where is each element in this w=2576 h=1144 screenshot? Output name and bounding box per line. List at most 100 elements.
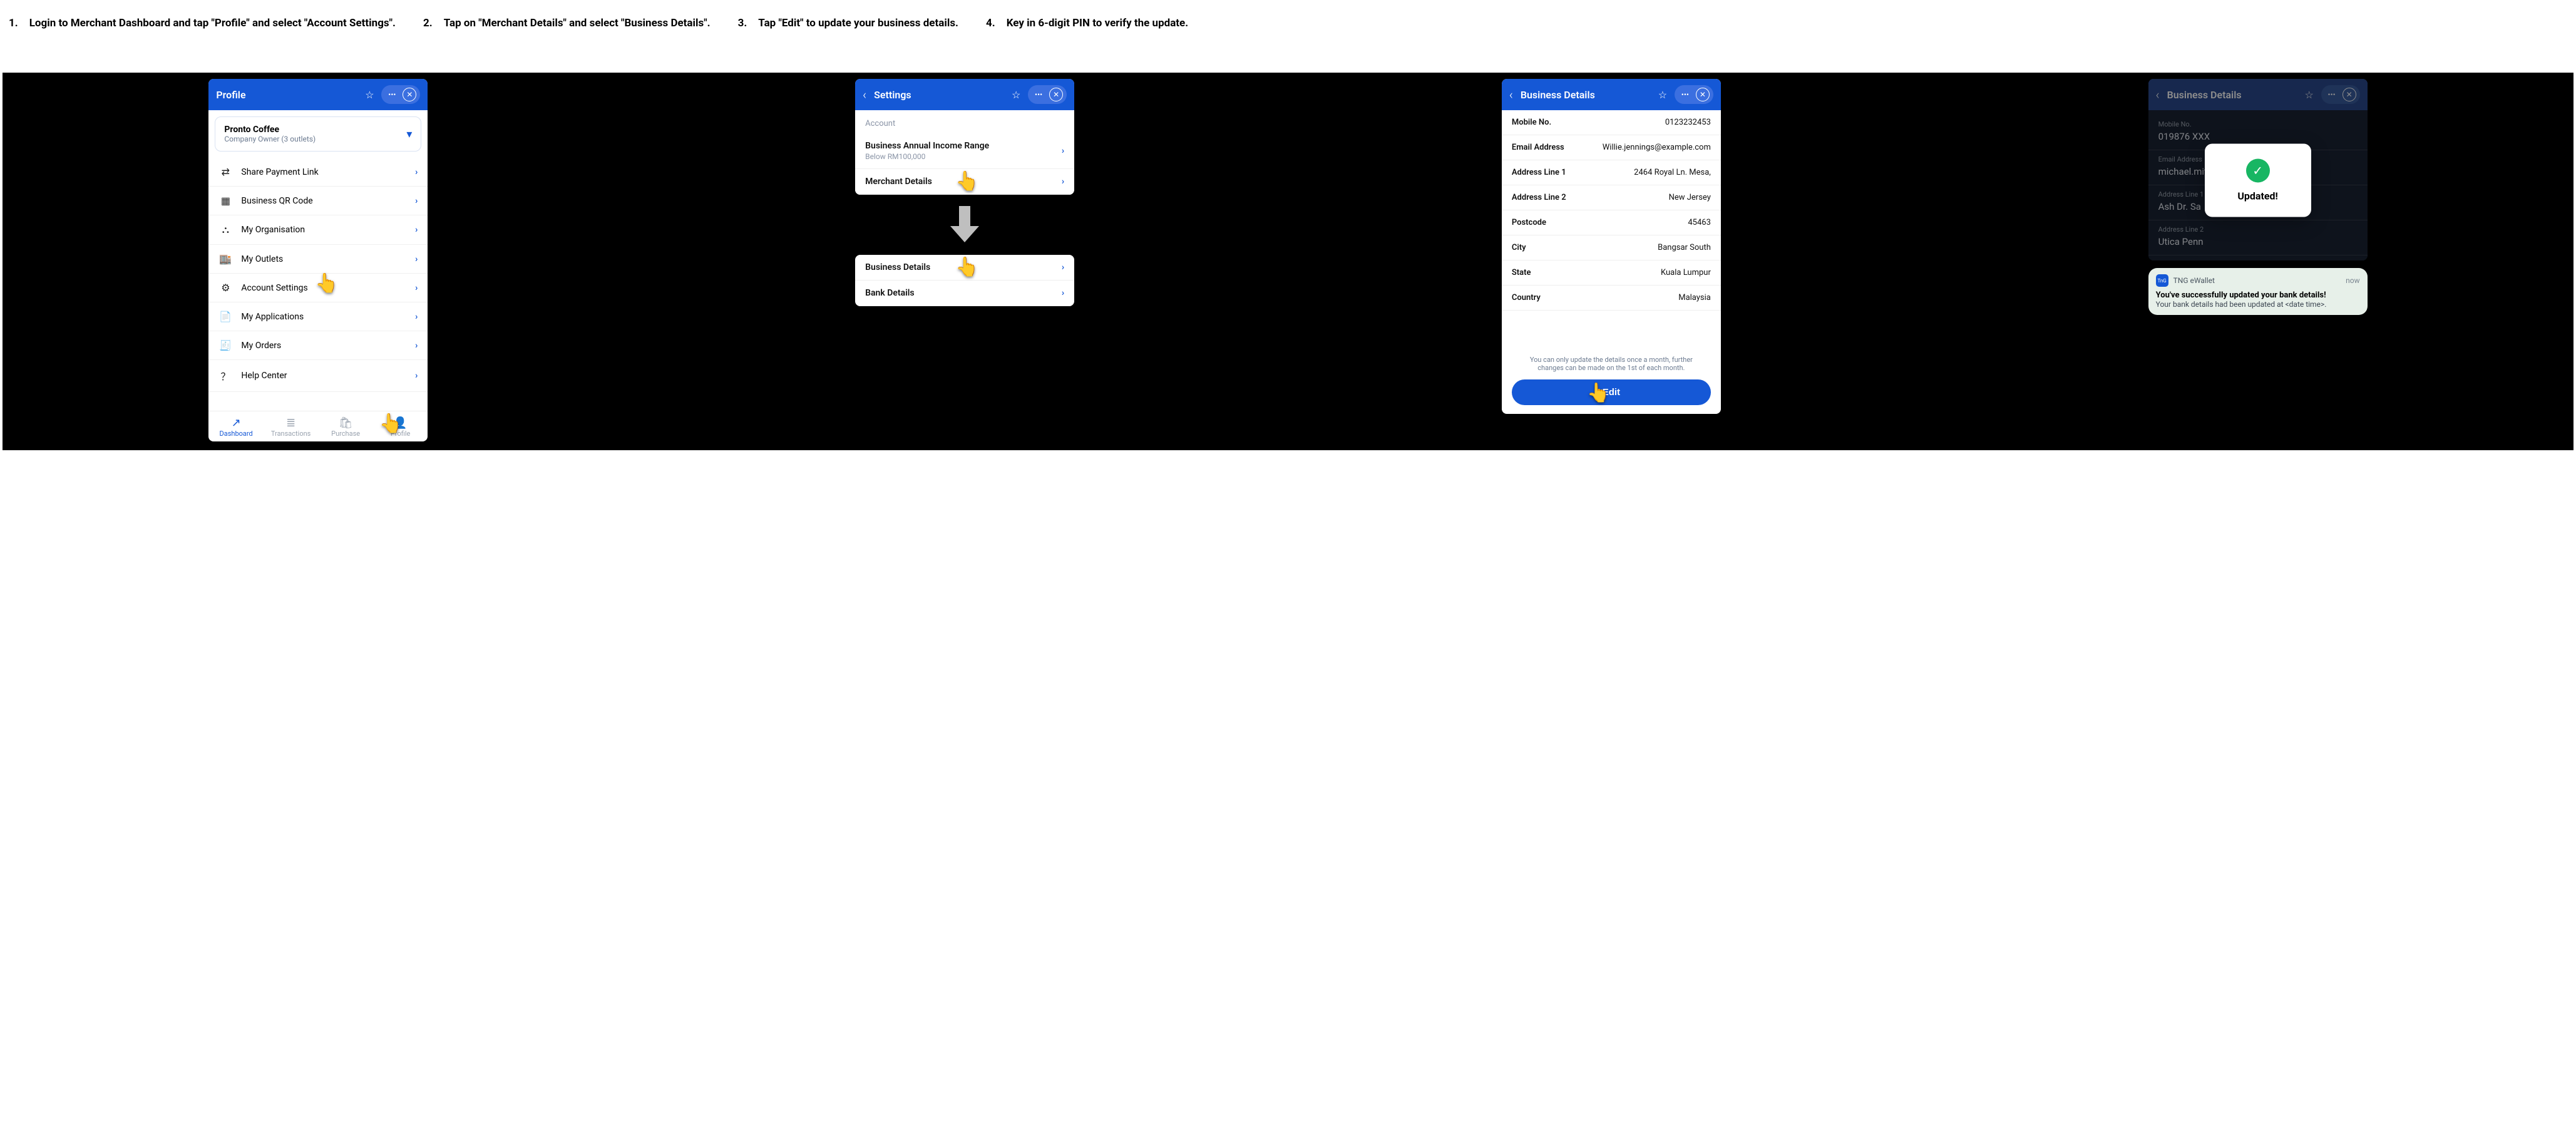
field-address2: Address Line 2New Jersey [1502,185,1721,210]
store-icon: 🏬 [218,253,232,265]
merchant-selector[interactable]: Pronto Coffee Company Owner (3 outlets) … [215,116,421,152]
push-notification[interactable]: TnG TNG eWallet now You've successfully … [2148,268,2368,315]
page-title: Business Details [1521,89,1650,101]
tab-transactions[interactable]: ≣ Transactions [264,411,319,441]
step-number: 1. [9,16,18,51]
back-icon[interactable]: ‹ [2156,87,2160,102]
profile-screen: Profile ☆ ••• ✕ Pronto Coffee Company Ow… [208,79,428,441]
edit-button[interactable]: Edit 👆 [1512,379,1711,405]
input-address2[interactable]: Address Line 2 Utica Penn [2148,220,2368,255]
share-icon: ⇄ [218,166,232,178]
field-email: Email AddressWillie.jennings@example.com [1502,135,1721,160]
step-4-heading: 4. Key in 6-digit PIN to verify the upda… [985,13,1189,55]
update-note: You can only update the details once a m… [1502,348,1721,377]
row-business-details[interactable]: Business Details › 👆 [855,255,1074,281]
field-address1: Address Line 12464 Royal Ln. Mesa, [1502,160,1721,185]
organisation-icon: ⛬ [218,224,232,236]
chevron-right-icon: › [415,283,418,293]
chevron-right-icon: › [415,312,418,322]
chevron-right-icon: › [1062,262,1064,272]
menu-share-payment-link[interactable]: ⇄ Share Payment Link › [208,158,428,187]
chevron-right-icon: › [415,225,418,235]
chevron-right-icon: › [1062,177,1064,187]
header-bar: ‹ Settings ☆ ••• ✕ [855,79,1074,110]
notification-body: Your bank details had been updated at <d… [2156,300,2360,309]
help-icon: ？ [218,368,232,383]
settings-screen: ‹ Settings ☆ ••• ✕ Account Business Annu… [855,79,1074,195]
field-state: StateKuala Lumpur [1502,260,1721,286]
modal-text: Updated! [2211,190,2305,202]
merchant-name: Pronto Coffee [224,125,406,135]
merchant-details-screen: Business Details › 👆 Bank Details › [855,255,1074,306]
favorite-icon[interactable]: ☆ [1656,88,1670,101]
list-icon: ≣ [264,416,319,430]
profile-icon: 👤 [373,416,428,430]
dashboard-icon: ↗ [208,416,264,430]
page-title: Business Details [2167,89,2296,101]
close-icon[interactable]: ✕ [2343,88,2356,101]
bag-icon: 🛍 [318,416,373,430]
more-icon[interactable]: ••• [1678,88,1692,101]
field-country: CountryMalaysia [1502,286,1721,311]
more-icon[interactable]: ••• [1032,88,1045,101]
step-text: Tap "Edit" to update your business detai… [758,16,958,51]
step-3-heading: 3. Tap "Edit" to update your business de… [737,13,960,55]
row-income-range[interactable]: Business Annual Income Range Below RM100… [855,133,1074,169]
step-text: Key in 6-digit PIN to verify the update. [1007,16,1188,51]
chevron-right-icon: › [415,196,418,206]
menu-account-settings[interactable]: ⚙ Account Settings › 👆 [208,274,428,302]
favorite-icon[interactable]: ☆ [2302,88,2316,101]
settings-icon: ⚙ [218,282,232,294]
tab-purchase[interactable]: 🛍 Purchase [318,411,373,441]
tab-dashboard[interactable]: ↗ Dashboard [208,411,264,441]
step-number: 4. [986,16,995,51]
menu-business-qr[interactable]: ▦ Business QR Code › [208,187,428,215]
menu-help-center[interactable]: ？ Help Center › [208,360,428,392]
chevron-right-icon: › [415,167,418,177]
step-number: 3. [738,16,747,51]
close-icon[interactable]: ✕ [1049,88,1063,101]
profile-menu: ⇄ Share Payment Link › ▦ Business QR Cod… [208,158,428,392]
tab-profile[interactable]: 👤 Profile 👆 [373,411,428,441]
row-merchant-details[interactable]: Merchant Details › 👆 [855,169,1074,195]
step-text: Tap on "Merchant Details" and select "Bu… [444,16,711,51]
business-details-list: Mobile No.0123232453 Email AddressWillie… [1502,110,1721,311]
close-icon[interactable]: ✕ [1696,88,1710,101]
notification-time: now [2346,276,2360,285]
chevron-right-icon: › [1062,146,1064,156]
menu-my-outlets[interactable]: 🏬 My Outlets › [208,245,428,274]
chevron-right-icon: › [415,341,418,351]
more-icon[interactable]: ••• [385,88,399,101]
more-icon[interactable]: ••• [2325,88,2339,101]
chevron-down-icon: ▾ [406,128,412,141]
step-2-heading: 2. Tap on "Merchant Details" and select … [422,13,712,55]
back-icon[interactable]: ‹ [1509,87,1513,102]
step-1-heading: 1. Login to Merchant Dashboard and tap "… [8,13,397,55]
chevron-right-icon: › [1062,288,1064,298]
favorite-icon[interactable]: ☆ [1009,88,1023,101]
menu-my-organisation[interactable]: ⛬ My Organisation › [208,215,428,245]
success-modal: ✓ Updated! [2205,144,2311,217]
document-icon: 📄 [218,311,232,322]
qr-icon: ▦ [218,195,232,207]
menu-my-applications[interactable]: 📄 My Applications › [208,302,428,331]
flow-arrow-icon [950,206,979,244]
bottom-nav: ↗ Dashboard ≣ Transactions 🛍 Purchase 👤 … [208,411,428,441]
section-header: Account [855,110,1074,133]
close-icon[interactable]: ✕ [403,88,416,101]
favorite-icon[interactable]: ☆ [362,88,376,101]
chevron-right-icon: › [415,254,418,264]
back-icon[interactable]: ‹ [863,87,866,102]
page-title: Profile [216,89,356,101]
field-postcode: Postcode45463 [1502,210,1721,235]
menu-my-orders[interactable]: 🧾 My Orders › [208,331,428,360]
header-actions: ••• ✕ [381,85,420,104]
page-title: Settings [874,89,1003,101]
header-actions: ••• ✕ [1675,85,1713,104]
step-number: 2. [423,16,433,51]
business-details-screen: ‹ Business Details ☆ ••• ✕ Mobile No.012… [1502,79,1721,414]
chevron-right-icon: › [415,371,418,381]
row-bank-details[interactable]: Bank Details › [855,281,1074,306]
app-icon: TnG [2156,274,2168,287]
header-bar: ‹ Business Details ☆ ••• ✕ [2148,79,2368,110]
